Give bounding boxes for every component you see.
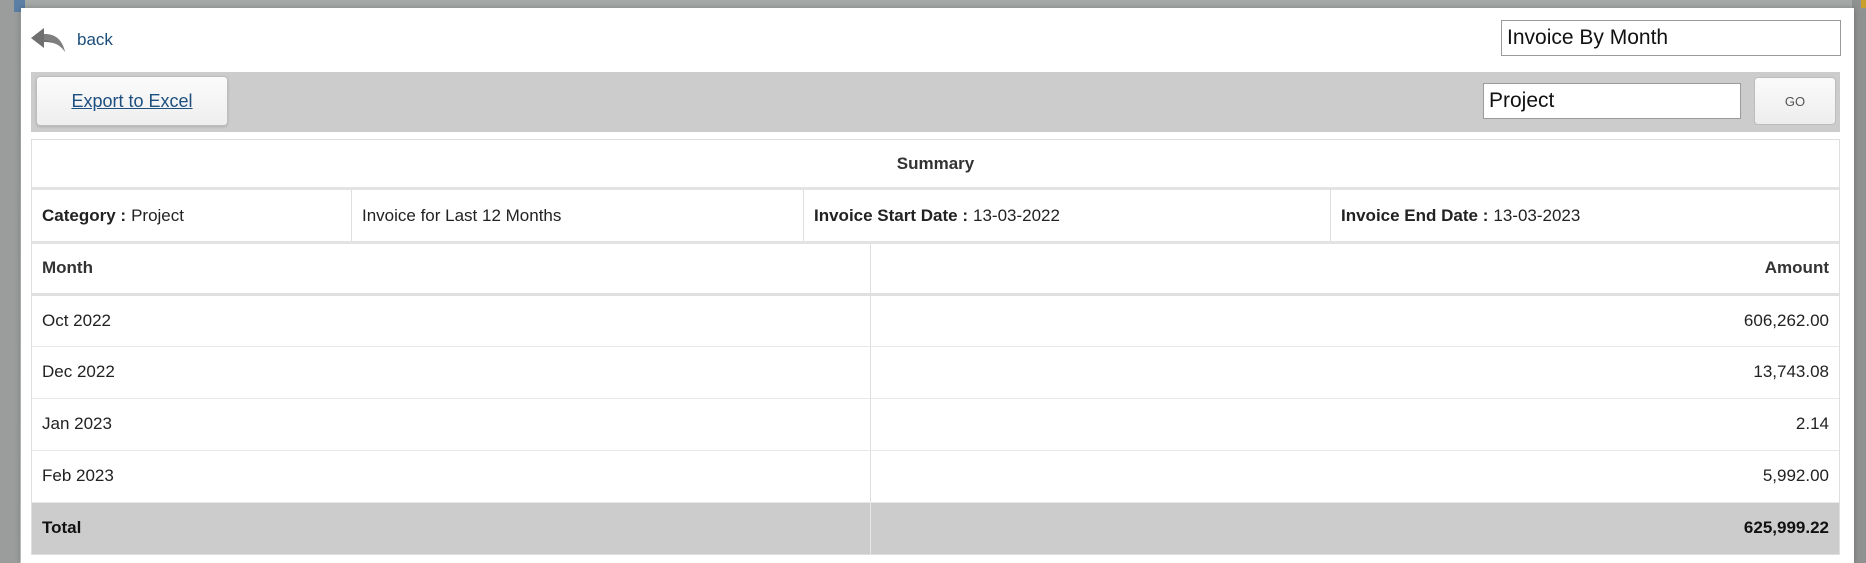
- period-cell: Invoice for Last 12 Months: [352, 190, 804, 241]
- table-row: Oct 2022 606,262.00: [32, 294, 1839, 347]
- right-edge: [1852, 0, 1866, 563]
- total-amount: 625,999.22: [870, 502, 1839, 554]
- go-button[interactable]: GO: [1754, 77, 1836, 125]
- export-to-excel-button[interactable]: Export to Excel: [36, 76, 228, 126]
- column-header-amount: Amount: [870, 244, 1839, 296]
- month-cell: Feb 2023: [32, 450, 871, 503]
- back-arrow-icon: [31, 28, 65, 52]
- report-table: Summary Category : Project Invoice for L…: [31, 139, 1840, 555]
- table-row: Jan 2023 2.14: [32, 398, 1839, 451]
- table-header-row: Month Amount: [32, 244, 1839, 296]
- invoice-table: Month Amount Oct 2022 606,262.00 Dec 202…: [32, 244, 1839, 554]
- total-label: Total: [32, 502, 871, 554]
- end-date-cell: Invoice End Date : 13-03-2023: [1331, 190, 1839, 241]
- start-date-label: Invoice Start Date :: [814, 205, 968, 225]
- window-edge-accent-right: [1861, 0, 1866, 8]
- amount-cell: 5,992.00: [870, 450, 1839, 503]
- back-button[interactable]: back: [29, 24, 113, 56]
- amount-cell: 2.14: [870, 398, 1839, 451]
- report-type-select[interactable]: Invoice By Month: [1501, 20, 1841, 56]
- month-cell: Dec 2022: [32, 346, 871, 399]
- total-row: Total 625,999.22: [32, 502, 1839, 554]
- amount-cell: 606,262.00: [870, 294, 1839, 347]
- start-date-cell: Invoice Start Date : 13-03-2022: [804, 190, 1331, 241]
- category-label: Category :: [42, 205, 127, 225]
- start-date-value: 13-03-2022: [973, 205, 1060, 225]
- end-date-label: Invoice End Date :: [1341, 205, 1489, 225]
- month-cell: Jan 2023: [32, 398, 871, 451]
- back-label[interactable]: back: [77, 30, 113, 50]
- column-header-month: Month: [32, 244, 871, 296]
- summary-title: Summary: [32, 140, 1839, 190]
- window-background: back Invoice By Month Export to Excel Pr…: [0, 0, 1866, 563]
- summary-info-row: Category : Project Invoice for Last 12 M…: [32, 190, 1839, 244]
- amount-cell: 13,743.08: [870, 346, 1839, 399]
- category-value: Project: [131, 205, 184, 225]
- table-row: Feb 2023 5,992.00: [32, 450, 1839, 503]
- table-row: Dec 2022 13,743.08: [32, 346, 1839, 399]
- left-edge: [0, 0, 20, 563]
- report-panel: back Invoice By Month Export to Excel Pr…: [21, 8, 1854, 563]
- period-text: Invoice for Last 12 Months: [362, 205, 562, 225]
- end-date-value: 13-03-2023: [1493, 205, 1581, 225]
- month-cell: Oct 2022: [32, 294, 871, 347]
- category-input[interactable]: Project: [1483, 83, 1741, 119]
- category-cell: Category : Project: [32, 190, 352, 241]
- toolbar: Export to Excel Project GO: [31, 72, 1840, 132]
